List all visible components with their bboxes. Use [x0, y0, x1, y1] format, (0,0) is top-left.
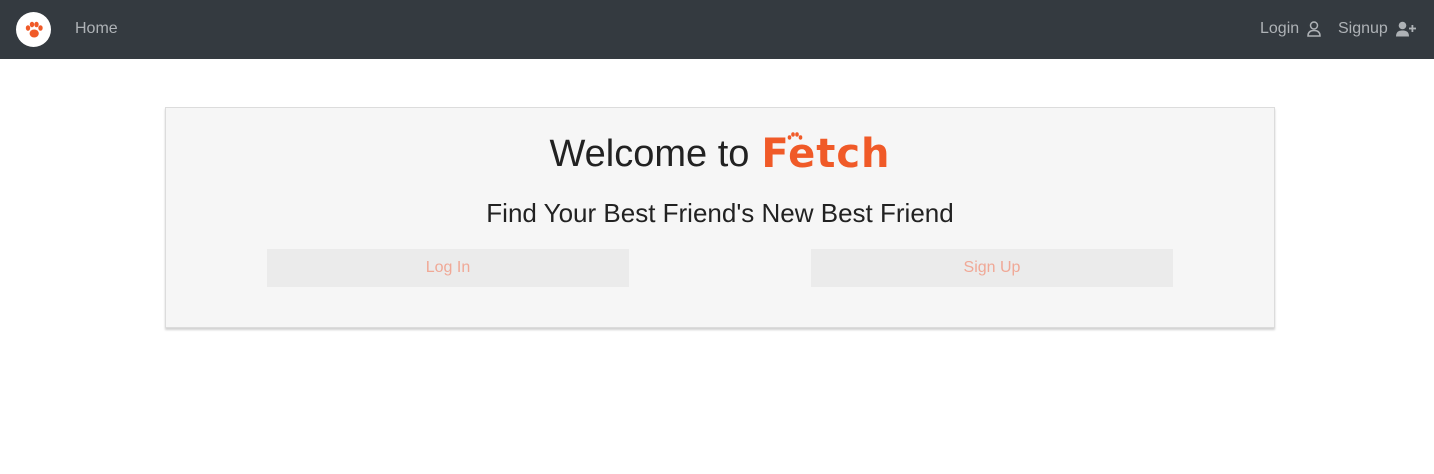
paw-icon: [25, 21, 43, 37]
welcome-card: Welcome to Fetch Find Your Best Friend's…: [165, 107, 1275, 328]
nav-home-label: Home: [75, 20, 118, 37]
fetch-logo: Fetch: [761, 132, 890, 176]
nav-login-link[interactable]: Login: [1260, 19, 1321, 39]
navbar: Home Login Signup: [0, 0, 1434, 59]
user-plus-icon: [1395, 21, 1416, 37]
tagline: Find Your Best Friend's New Best Friend: [486, 198, 954, 228]
user-icon: [1307, 21, 1321, 37]
signup-button-label: Sign Up: [963, 259, 1021, 276]
nav-login-label: Login: [1260, 20, 1300, 37]
nav-signup-link[interactable]: Signup: [1338, 19, 1416, 39]
nav-signup-label: Signup: [1338, 20, 1388, 37]
login-button[interactable]: Log In: [267, 249, 629, 287]
welcome-text: Welcome to: [549, 133, 750, 175]
brand-logo[interactable]: [16, 12, 51, 47]
nav-home-link[interactable]: Home: [75, 19, 118, 39]
fetch-logo-text: Fetch: [761, 131, 891, 177]
paw-icon: [788, 132, 803, 140]
login-button-label: Log In: [425, 259, 471, 276]
signup-button[interactable]: Sign Up: [811, 249, 1173, 287]
welcome-heading: Welcome to Fetch: [166, 132, 1274, 176]
